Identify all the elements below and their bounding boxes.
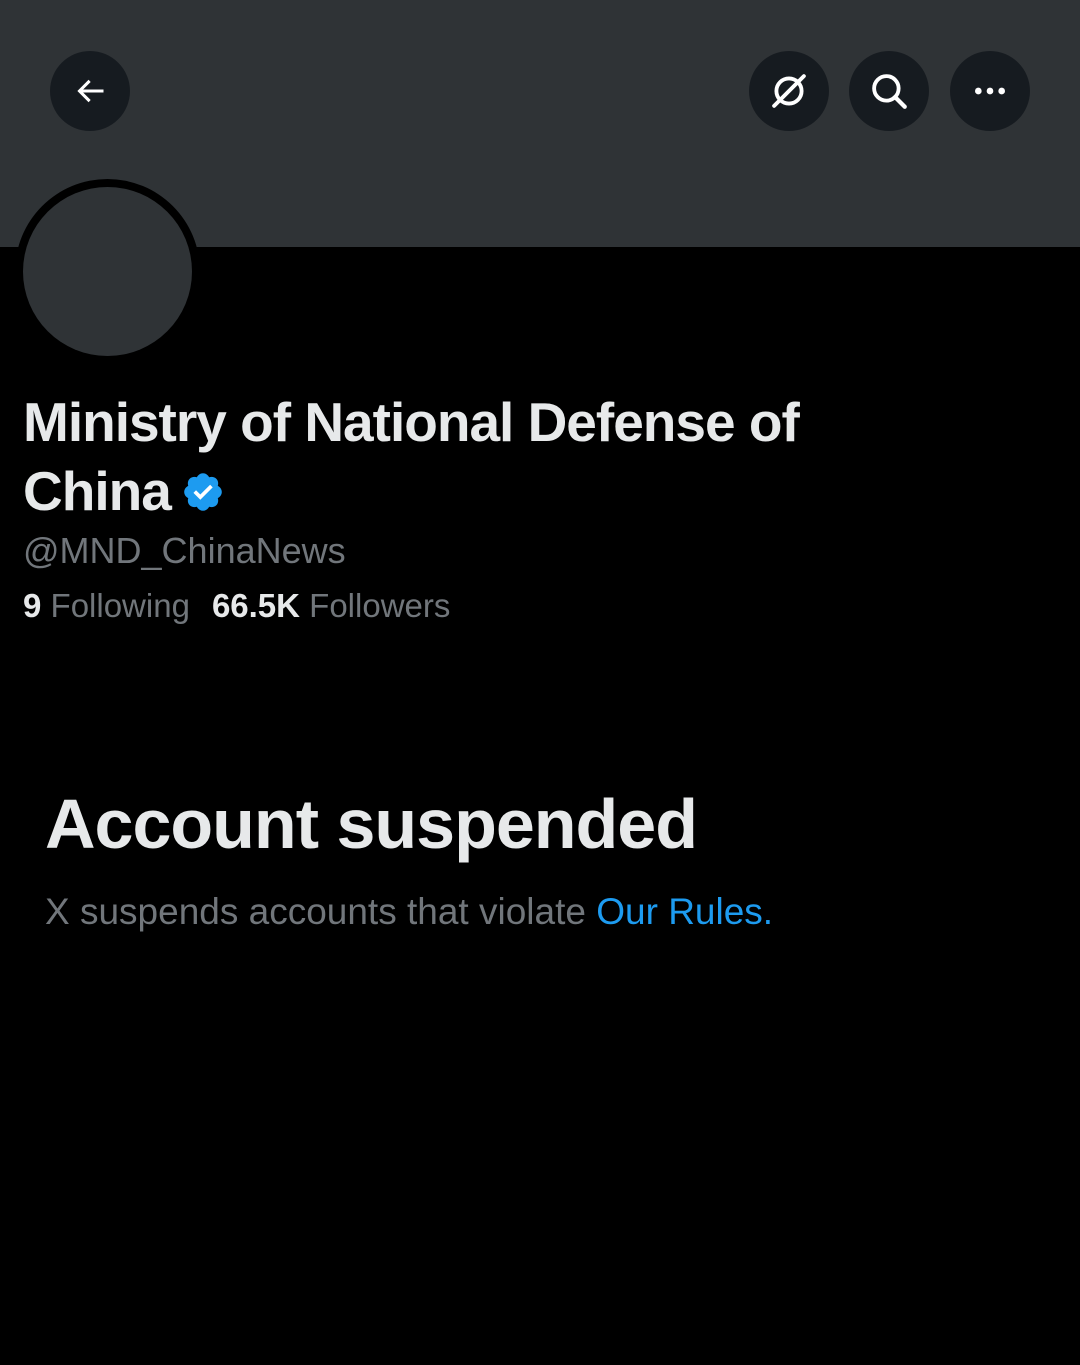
more-options-button[interactable]	[950, 51, 1030, 131]
back-button[interactable]	[50, 51, 130, 131]
profile-stats: 9 Following 66.5K Followers	[23, 584, 472, 628]
suspension-message-period: .	[762, 891, 774, 932]
search-button[interactable]	[849, 51, 929, 131]
suspension-message: X suspends accounts that violate Our Rul…	[45, 888, 773, 936]
grok-icon	[772, 74, 806, 108]
following-count: 9	[23, 587, 42, 624]
verified-badge-icon[interactable]	[181, 470, 225, 514]
followers-link[interactable]: 66.5K Followers	[212, 584, 450, 628]
arrow-left-icon	[77, 79, 104, 103]
more-horizontal-icon	[975, 87, 1005, 95]
grok-button[interactable]	[749, 51, 829, 131]
avatar-placeholder	[23, 187, 192, 356]
display-name-text: Ministry of National Defense of China	[23, 391, 800, 522]
followers-label: Followers	[309, 587, 451, 624]
followers-count: 66.5K	[211, 587, 300, 624]
following-link[interactable]: 9 Following	[23, 584, 190, 628]
search-icon	[872, 74, 907, 109]
profile-display-name: Ministry of National Defense of China	[23, 388, 843, 526]
profile-avatar[interactable]	[15, 179, 200, 364]
profile-handle: @MND_ChinaNews	[23, 530, 346, 571]
our-rules-link[interactable]: Our Rules	[596, 891, 763, 932]
account-suspended-title: Account suspended	[45, 785, 698, 863]
suspension-message-text: X suspends accounts that violate	[45, 891, 597, 932]
following-label: Following	[50, 587, 190, 624]
